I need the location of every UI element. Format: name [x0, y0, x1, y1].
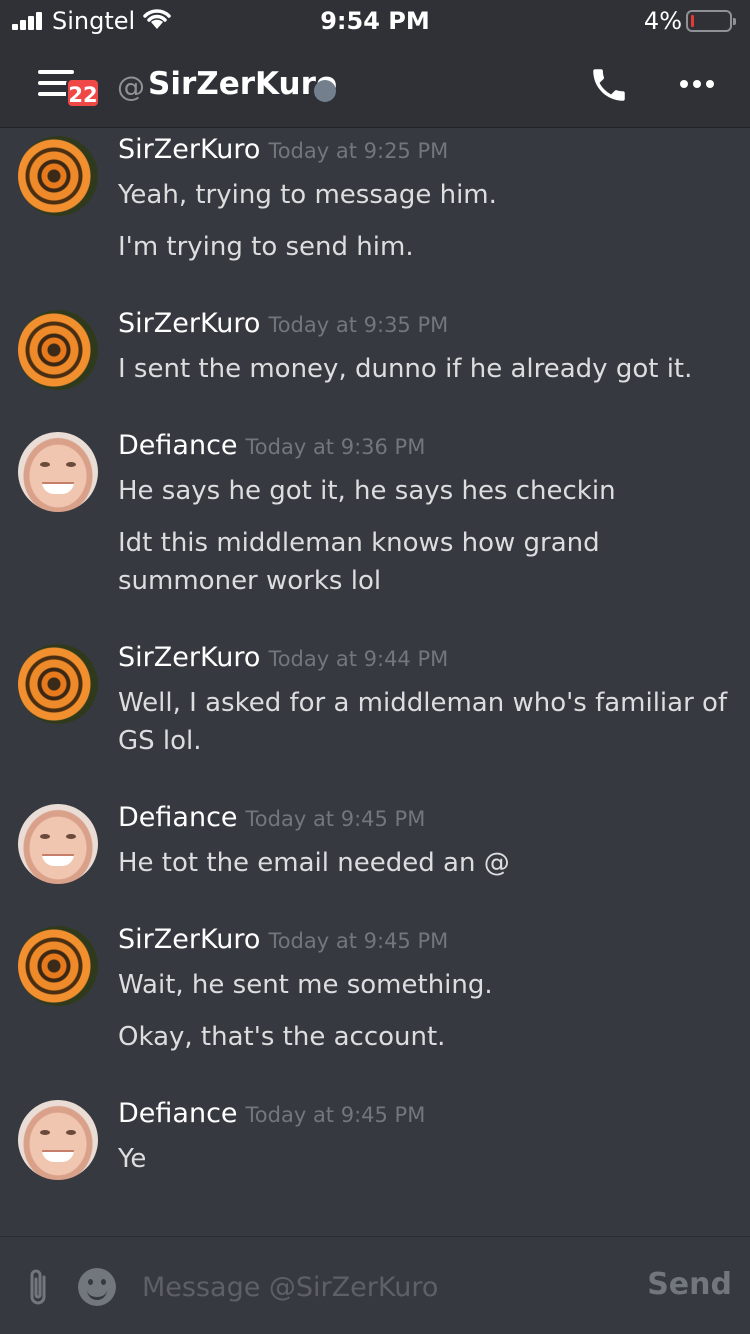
author-name[interactable]: SirZerKuro [118, 134, 260, 165]
message-text: Yeah, trying to message him. [118, 180, 497, 210]
paperclip-icon[interactable] [24, 1267, 54, 1307]
avatar[interactable] [18, 644, 98, 724]
avatar[interactable] [18, 926, 98, 1006]
avatar[interactable] [18, 804, 98, 884]
message-text: Idt this middleman knows how grand summo… [118, 528, 600, 596]
message-text: He says he got it, he says hes checkin [118, 476, 616, 506]
message-timestamp: Today at 9:36 PM [245, 435, 426, 459]
send-button[interactable]: Send [647, 1267, 732, 1302]
author-name[interactable]: Defiance [118, 1098, 238, 1129]
message-timestamp: Today at 9:45 PM [245, 807, 426, 831]
author-name[interactable]: Defiance [118, 802, 238, 833]
message-text: Well, I asked for a middleman who's fami… [118, 688, 728, 756]
message-timestamp: Today at 9:25 PM [268, 139, 449, 163]
at-symbol: @ [117, 70, 145, 103]
message-timestamp: Today at 9:45 PM [268, 929, 449, 953]
message-timestamp: Today at 9:35 PM [268, 313, 449, 337]
chat-screen: Singtel 9:54 PM 4% 22 @ SirZerKuro SirZe… [0, 0, 750, 1334]
message-input[interactable] [142, 1267, 622, 1307]
message-text: Wait, he sent me something. [118, 970, 493, 1000]
author-name[interactable]: SirZerKuro [118, 308, 260, 339]
avatar[interactable] [18, 1100, 98, 1180]
message-composer: Send [0, 1236, 750, 1334]
message-text: Ye [118, 1144, 147, 1174]
message-text: Okay, that's the account. [118, 1022, 446, 1052]
top-bar: Singtel 9:54 PM 4% 22 @ SirZerKuro [0, 0, 750, 128]
status-time: 9:54 PM [320, 7, 430, 35]
message-timestamp: Today at 9:45 PM [245, 1103, 426, 1127]
status-bar: Singtel 9:54 PM 4% [0, 0, 750, 42]
message-text: I sent the money, dunno if he already go… [118, 354, 693, 384]
emoji-icon[interactable] [78, 1268, 116, 1306]
message-text: He tot the email needed an @ [118, 848, 510, 878]
offline-status-dot [314, 80, 336, 102]
unread-badge: 22 [66, 78, 100, 108]
author-name[interactable]: SirZerKuro [118, 924, 260, 955]
avatar[interactable] [18, 136, 98, 216]
avatar[interactable] [18, 310, 98, 390]
avatar[interactable] [18, 432, 98, 512]
more-options-icon[interactable] [680, 80, 714, 90]
channel-title[interactable]: SirZerKuro [148, 66, 337, 102]
author-name[interactable]: SirZerKuro [118, 642, 260, 673]
battery-icon [686, 10, 736, 32]
phone-icon[interactable] [588, 64, 630, 106]
message-text: I'm trying to send him. [118, 232, 414, 262]
message-list[interactable]: SirZerKuro Today at 9:25 PM Yeah, trying … [0, 128, 750, 1236]
channel-header [0, 42, 750, 128]
author-name[interactable]: Defiance [118, 430, 238, 461]
battery-percent: 4% [643, 7, 682, 35]
message-timestamp: Today at 9:44 PM [268, 647, 449, 671]
